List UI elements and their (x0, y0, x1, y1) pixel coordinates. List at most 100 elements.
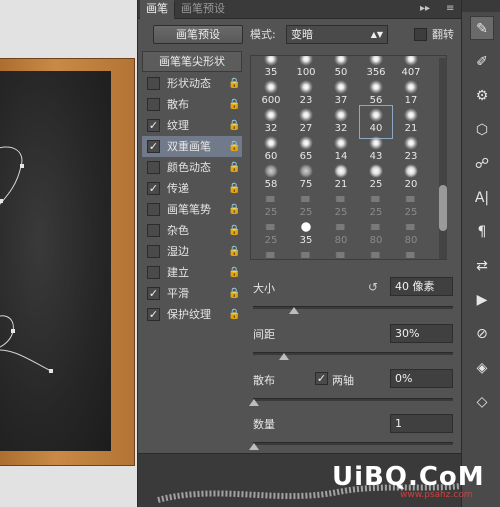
mode-label: 模式: (250, 28, 276, 41)
brush-option-item[interactable]: 杂色 🔒 (142, 220, 242, 241)
brush-option-item[interactable]: 建立 🔒 (142, 262, 242, 283)
panel-tabbar: 画笔 画笔预设 ▸▸ ≡ (138, 0, 462, 19)
brush-preset-icon[interactable]: ✐ (470, 50, 494, 74)
brush-tip-icon (299, 108, 313, 122)
brush-tip-cell[interactable]: 80 (325, 246, 357, 259)
panel-menu-icon[interactable]: ≡ (446, 0, 454, 19)
scatter-slider-knob[interactable] (249, 399, 259, 406)
paragraph-icon[interactable]: ¶ (470, 220, 494, 244)
option-checkbox[interactable] (147, 161, 160, 174)
lock-icon[interactable]: 🔒 (228, 262, 240, 283)
option-checkbox[interactable] (147, 203, 160, 216)
3d-cube-icon[interactable]: ⬡ (470, 118, 494, 142)
brush-icon[interactable]: ✎ (470, 16, 494, 40)
chalkboard-frame (0, 58, 135, 466)
flip-checkbox[interactable] (414, 28, 427, 41)
clone-source-icon[interactable]: ⚙ (470, 84, 494, 108)
brush-tip-icon (404, 108, 418, 122)
lock-icon[interactable]: 🔒 (228, 73, 240, 94)
brush-option-item[interactable]: 散布 🔒 (142, 94, 242, 115)
lock-icon[interactable]: 🔒 (228, 178, 240, 199)
brush-tip-cell[interactable]: 25 (290, 246, 322, 259)
brush-tip-size: 25 (264, 207, 278, 218)
character-icon[interactable]: A| (470, 186, 494, 210)
brush-tip-icon (334, 108, 348, 122)
brush-option-item[interactable]: ✓ 双重画笔 🔒 (142, 136, 242, 157)
tab-brush[interactable]: 画笔 (140, 0, 174, 19)
option-label: 杂色 (167, 224, 189, 237)
brush-tip-cell[interactable]: 80 (360, 246, 392, 259)
option-checkbox[interactable] (147, 224, 160, 237)
brush-option-item[interactable]: 画笔笔势 🔒 (142, 199, 242, 220)
spacing-field[interactable]: 30% (390, 324, 453, 343)
grid-scrollbar-thumb[interactable] (439, 185, 447, 231)
option-label: 纹理 (167, 119, 189, 132)
tab-brush-presets[interactable]: 画笔预设 (175, 0, 231, 19)
brush-tip-cell[interactable]: 25 (255, 246, 287, 259)
lock-icon[interactable]: 🔒 (228, 115, 240, 136)
play-icon[interactable]: ▶ (470, 288, 494, 312)
option-checkbox[interactable] (147, 77, 160, 90)
count-field[interactable]: 1 (390, 414, 453, 433)
no-icon[interactable]: ⊘ (470, 322, 494, 346)
option-checkbox[interactable]: ✓ (147, 140, 160, 153)
brush-tip-size: 80 (369, 235, 383, 246)
scatter-field[interactable]: 0% (390, 369, 453, 388)
scatter-label: 散布 (253, 374, 275, 387)
lock-icon[interactable]: 🔒 (228, 304, 240, 325)
lock-icon[interactable]: 🔒 (228, 94, 240, 115)
spacing-slider-knob[interactable] (279, 353, 289, 360)
brush-tip-size: 80 (334, 235, 348, 246)
scatter-slider[interactable] (249, 398, 453, 406)
history-icon[interactable]: ☍ (470, 152, 494, 176)
channels-icon[interactable]: ◇ (470, 390, 494, 414)
lock-icon[interactable]: 🔒 (228, 199, 240, 220)
mode-select[interactable]: 变暗 ▲▼ (286, 25, 388, 44)
option-checkbox[interactable]: ✓ (147, 119, 160, 132)
count-slider-knob[interactable] (249, 443, 259, 450)
brush-tip-size: 407 (401, 67, 421, 78)
size-slider-knob[interactable] (289, 307, 299, 314)
brush-tip-size: 25 (369, 179, 383, 190)
brush-option-item[interactable]: 颜色动态 🔒 (142, 157, 242, 178)
lock-icon[interactable]: 🔒 (228, 157, 240, 178)
option-checkbox[interactable]: ✓ (147, 308, 160, 321)
layers-icon[interactable]: ◈ (470, 356, 494, 380)
brush-tip-size: 43 (369, 151, 383, 162)
lock-icon[interactable]: 🔒 (228, 283, 240, 304)
brush-tip-shape-item[interactable]: 画笔笔尖形状 (142, 51, 242, 72)
both-axes-label: 两轴 (332, 374, 354, 387)
count-slider[interactable] (249, 442, 453, 450)
brush-panel: 画笔 画笔预设 ▸▸ ≡ 画笔预设 模式: 变暗 ▲▼ 翻转 画笔笔尖形状 形状… (137, 0, 462, 507)
lock-icon[interactable]: 🔒 (228, 241, 240, 262)
spacing-slider[interactable] (253, 352, 453, 360)
adjust-icon[interactable]: ⇄ (470, 254, 494, 278)
option-checkbox[interactable] (147, 98, 160, 111)
option-checkbox[interactable]: ✓ (147, 287, 160, 300)
option-checkbox[interactable]: ✓ (147, 182, 160, 195)
both-axes-checkbox[interactable]: ✓ (315, 372, 328, 385)
size-field[interactable]: 40 像素 (390, 277, 453, 296)
lock-icon[interactable]: 🔒 (228, 220, 240, 241)
brush-option-item[interactable]: ✓ 保护纹理 🔒 (142, 304, 242, 325)
brush-tip-size: 21 (334, 179, 348, 190)
collapse-icon[interactable]: ▸▸ (420, 0, 430, 19)
brush-tip-cell[interactable]: 80 (395, 246, 427, 259)
brush-tip-icon (369, 164, 383, 178)
option-checkbox[interactable] (147, 266, 160, 279)
reset-size-icon[interactable]: ↺ (368, 280, 378, 294)
brush-tip-icon (369, 224, 383, 230)
document-canvas[interactable] (0, 0, 137, 507)
brush-option-item[interactable]: 形状动态 🔒 (142, 73, 242, 94)
brush-presets-button[interactable]: 画笔预设 (153, 25, 243, 44)
size-slider[interactable] (253, 306, 453, 314)
option-checkbox[interactable] (147, 245, 160, 258)
brush-option-item[interactable]: ✓ 传递 🔒 (142, 178, 242, 199)
option-label: 形状动态 (167, 77, 211, 90)
brush-tip-icon (299, 56, 313, 66)
lock-icon[interactable]: 🔒 (228, 136, 240, 157)
brush-tip-size: 65 (299, 151, 313, 162)
brush-option-item[interactable]: 湿边 🔒 (142, 241, 242, 262)
brush-option-item[interactable]: ✓ 纹理 🔒 (142, 115, 242, 136)
brush-option-item[interactable]: ✓ 平滑 🔒 (142, 283, 242, 304)
